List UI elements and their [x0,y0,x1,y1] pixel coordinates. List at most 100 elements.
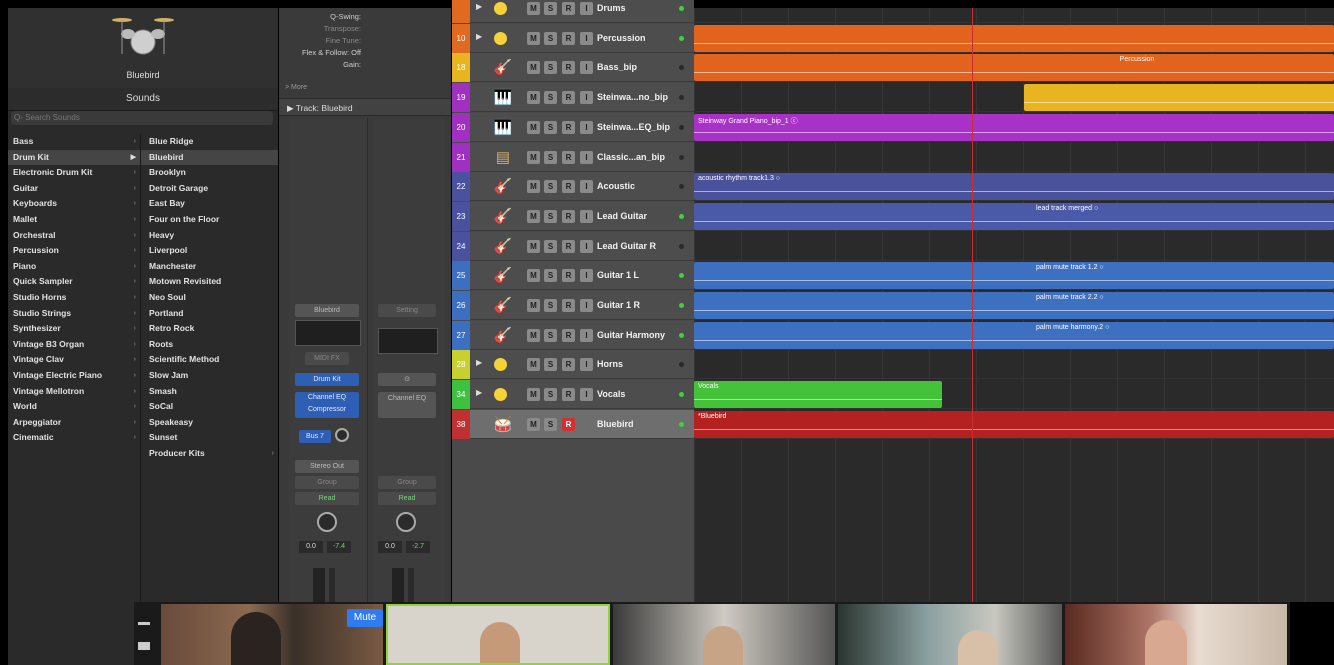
patch-item[interactable]: Smash [141,384,278,399]
category-item[interactable]: Guitar › [8,181,140,196]
region-param-row[interactable]: Transpose: [279,24,447,35]
region[interactable]: palm mute track 2.2 ○ [694,292,1334,319]
category-item[interactable]: Bass › [8,134,140,149]
solo-button[interactable]: S [544,61,557,75]
patch-item[interactable]: SoCal [141,399,278,414]
mute-button[interactable]: M [527,209,540,223]
input-monitor-button[interactable]: I [580,2,593,15]
patch-item[interactable]: Sunset [141,430,278,445]
record-enable-button[interactable]: R [562,31,575,45]
solo-button[interactable]: S [544,299,557,312]
region[interactable]: acoustic rhythm track1.3 ○ [694,173,1334,201]
record-enable-button[interactable]: R [562,61,575,75]
mute-button[interactable]: M [527,239,540,253]
category-item[interactable]: Cinematic › [8,430,140,445]
patch-item[interactable]: Four on the Floor [141,212,278,227]
solo-button[interactable]: S [544,180,557,194]
record-enable-button[interactable]: R [562,120,575,134]
mute-button[interactable]: M [527,61,540,75]
record-enable-button[interactable]: R [562,180,575,194]
instrument-slot[interactable]: Drum Kit [295,373,359,386]
pan-knob[interactable] [317,512,337,532]
track-header[interactable]: 19 🎹 M S R I Steinwa...no_bip [452,83,694,113]
playhead[interactable] [972,8,973,602]
record-enable-button[interactable]: R [562,269,575,283]
record-enable-button[interactable]: R [562,358,575,372]
input-monitor-button[interactable]: I [580,388,593,402]
automation-mode[interactable]: Read [295,492,359,505]
mute-button[interactable]: M [527,328,540,342]
track-header[interactable]: 28 ▶ M S R I Horns [452,350,694,380]
patch-item[interactable]: Motown Revisited [141,274,278,289]
input-monitor-button[interactable]: I [580,61,593,75]
mute-button[interactable]: M [527,180,540,194]
track-name[interactable]: Steinwa...EQ_bip [597,113,670,142]
input-monitor-button[interactable]: I [580,150,593,164]
region-param-row[interactable]: Fine Tune: [279,36,447,47]
participant-video-2[interactable] [386,604,610,665]
group-slot[interactable]: Group [295,476,359,489]
category-item[interactable]: World › [8,399,140,414]
record-enable-button[interactable]: R [562,91,575,105]
mute-button[interactable]: M [527,388,540,402]
patch-item[interactable]: Producer Kits › [141,446,278,461]
input-monitor-button[interactable]: I [580,269,593,283]
patch-item[interactable]: Brooklyn [141,165,278,180]
category-item[interactable]: Vintage B3 Organ › [8,337,140,352]
mute-button[interactable]: M [527,2,540,15]
input-monitor-button[interactable]: I [580,180,593,194]
category-item[interactable]: Vintage Mellotron › [8,384,140,399]
category-item[interactable]: Arpeggiator › [8,415,140,430]
track-header[interactable]: 25 🎸 M S R I Guitar 1 L [452,261,694,291]
track-name[interactable]: Classic...an_bip [597,143,665,172]
track-header[interactable]: 24 🎸 M S R I Lead Guitar R [452,231,694,261]
region[interactable]: Steinway Grand Piano_bip_1 ⓒ [694,113,1334,141]
category-item[interactable]: Synthesizer › [8,321,140,336]
track-name[interactable]: Lead Guitar [597,202,647,231]
category-item[interactable]: Quick Sampler › [8,274,140,289]
send-slot[interactable]: Bus 7 [299,430,331,443]
input-monitor-button[interactable]: I [580,299,593,312]
mute-button[interactable]: M [527,358,540,372]
disclosure-triangle-icon[interactable]: ▶ [476,2,482,11]
mute-button[interactable]: M [527,269,540,283]
track-header[interactable]: 38 🥁 M S R Bluebird [452,409,694,439]
record-enable-button[interactable]: R [562,417,575,431]
input-monitor-button[interactable]: I [580,91,593,105]
solo-button[interactable]: S [544,239,557,253]
record-enable-button[interactable]: R [562,328,575,342]
track-name[interactable]: Guitar 1 L [597,261,639,290]
track-lane[interactable] [694,143,1334,172]
patch-item[interactable]: Slow Jam [141,368,278,383]
participant-video-3[interactable] [613,604,835,665]
track-name[interactable]: Guitar 1 R [597,291,640,320]
midi-fx-slot[interactable]: MIDI FX [305,352,349,365]
record-enable-button[interactable]: R [562,299,575,312]
track-name[interactable]: Percussion [597,24,646,53]
track-lane[interactable] [694,232,1334,261]
group-slot-2[interactable]: Group [378,476,436,489]
track-header[interactable]: 27 🎸 M S R I Guitar Harmony [452,320,694,350]
patch-item[interactable]: Bluebird [141,149,278,165]
solo-button[interactable]: S [544,150,557,164]
solo-button[interactable]: S [544,2,557,15]
disclosure-triangle-icon[interactable]: ▶ [476,388,482,397]
participant-video-5[interactable] [1065,604,1287,665]
mute-button[interactable]: M [527,150,540,164]
region[interactable]: palm mute track 1.2 ○ [694,262,1334,290]
region[interactable]: Vocals [694,381,942,409]
category-item[interactable]: Studio Horns › [8,290,140,305]
audio-fx-slot[interactable]: Channel EQ Compressor [295,392,359,418]
track-header[interactable]: 23 🎸 M S R I Lead Guitar [452,201,694,231]
solo-button[interactable]: S [544,328,557,342]
solo-button[interactable]: S [544,120,557,134]
track-lane[interactable] [694,350,1334,380]
record-enable-button[interactable]: R [562,388,575,402]
view-icon[interactable] [138,642,150,650]
input-monitor-button[interactable]: I [580,239,593,253]
record-enable-button[interactable]: R [562,239,575,253]
region[interactable]: Percussion [694,54,1334,82]
input-monitor-button[interactable]: I [580,209,593,223]
region-param-row[interactable]: Gain: [279,60,447,71]
category-item[interactable]: Orchestral › [8,228,140,243]
